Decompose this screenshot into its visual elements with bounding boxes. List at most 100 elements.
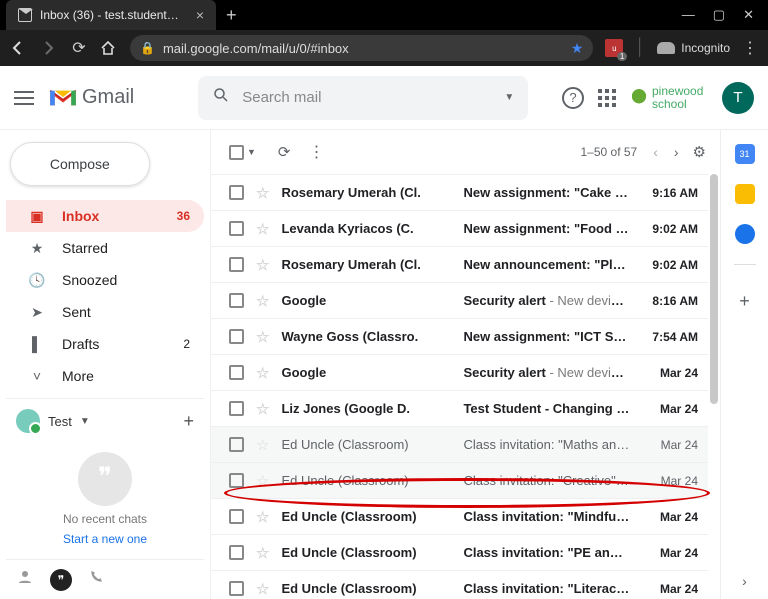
row-checkbox[interactable] [229,581,244,596]
chevron-down-icon: ▼ [80,416,90,427]
account-avatar[interactable]: T [722,82,754,114]
tasks-addon-icon[interactable] [735,224,755,244]
star-icon[interactable]: ☆ [256,472,269,490]
maximize-button[interactable]: ▢ [713,7,725,23]
side-panel: 31 + › [720,130,768,599]
sidebar-item-more[interactable]: ˅More [6,360,204,392]
hangouts-user-row[interactable]: Test ▼ + [6,398,204,439]
star-icon[interactable]: ☆ [256,328,269,346]
email-row[interactable]: ☆Ed Uncle (Classroom)Class invitation: "… [211,462,708,498]
email-row[interactable]: ☆Ed Uncle (Classroom)Class invitation: "… [211,570,708,599]
new-chat-button[interactable]: + [183,411,204,432]
row-checkbox[interactable] [229,509,244,524]
star-icon[interactable]: ☆ [256,256,269,274]
folder-label: Inbox [62,208,99,224]
back-button[interactable] [10,40,28,56]
row-checkbox[interactable] [229,545,244,560]
incognito-indicator[interactable]: Incognito [657,41,730,55]
google-apps-button[interactable] [598,89,616,107]
forward-button[interactable] [40,40,58,56]
email-sender: Google [281,293,451,308]
prev-page-button[interactable]: ‹ [653,144,658,160]
sidebar-item-inbox[interactable]: ▣Inbox36 [6,200,204,232]
start-chat-link[interactable]: Start a new one [63,532,147,546]
hangouts-tab-icon[interactable]: ❞ [50,569,72,591]
row-checkbox[interactable] [229,293,244,308]
gmail-logo-text: Gmail [82,86,134,109]
reload-button[interactable]: ⟳ [70,38,88,58]
email-subject: New assignment: "Food Te… [463,221,630,236]
phone-tab-icon[interactable] [88,569,104,590]
address-bar[interactable]: 🔒 mail.google.com/mail/u/0/#inbox ★ [130,35,593,61]
star-icon[interactable]: ☆ [256,220,269,238]
gmail-logo[interactable]: Gmail [48,86,134,109]
scrollbar[interactable] [710,174,718,404]
contacts-tab-icon[interactable] [16,568,34,591]
main-menu-button[interactable] [14,91,34,105]
row-checkbox[interactable] [229,221,244,236]
star-icon[interactable]: ☆ [256,184,269,202]
email-row[interactable]: ☆ Liz Jones (Google D. Test Student - Chan… [211,390,708,426]
email-subject: Test Student - Changing a … [463,401,630,416]
email-date: Mar 24 [642,402,698,416]
more-actions-button[interactable]: ⋮ [309,142,325,162]
browser-menu-button[interactable]: ⋮ [742,38,758,58]
browser-titlebar: Inbox (36) - test.student@pinew… × + — ▢… [0,0,768,30]
row-checkbox[interactable] [229,437,244,452]
sidebar-item-snoozed[interactable]: 🕓Snoozed [6,264,204,296]
tab-close-icon[interactable]: × [196,7,204,23]
star-icon[interactable]: ☆ [256,436,269,454]
star-icon[interactable]: ☆ [256,544,269,562]
extension-badge: 1 [617,52,627,61]
sidebar-item-drafts[interactable]: ▌Drafts2 [6,328,204,360]
row-checkbox[interactable] [229,473,244,488]
star-icon[interactable]: ☆ [256,292,269,310]
bookmark-star-icon[interactable]: ★ [571,40,584,57]
email-row[interactable]: ☆Ed Uncle (Classroom)Class invitation: "… [211,426,708,462]
home-button[interactable] [100,40,118,56]
email-sender: Ed Uncle (Classroom) [281,509,451,524]
email-row[interactable]: ☆GoogleSecurity alert - New device…Mar 2… [211,354,708,390]
row-checkbox[interactable] [229,185,244,200]
select-dropdown-icon[interactable]: ▼ [247,147,256,157]
refresh-button[interactable]: ⟳ [278,143,291,161]
search-options-icon[interactable]: ▼ [504,92,514,103]
collapse-panel-button[interactable]: › [742,573,747,589]
email-row[interactable]: ☆Levanda Kyriacos (C.New assignment: "Fo… [211,210,708,246]
select-all-checkbox[interactable] [229,145,244,160]
email-date: Mar 24 [642,546,698,560]
email-subject: Class invitation: "Creative" - I [463,473,630,488]
close-window-button[interactable]: ✕ [743,7,754,23]
sidebar-item-starred[interactable]: ★Starred [6,232,204,264]
search-bar[interactable]: Search mail ▼ [198,76,528,120]
next-page-button[interactable]: › [674,144,679,160]
email-row[interactable]: ☆Wayne Goss (Classro.New assignment: "IC… [211,318,708,354]
url-text: mail.google.com/mail/u/0/#inbox [163,41,349,56]
get-addons-button[interactable]: + [739,291,750,312]
email-row[interactable]: ☆Ed Uncle (Classroom)Class invitation: "… [211,534,708,570]
star-icon[interactable]: ☆ [256,508,269,526]
new-tab-button[interactable]: + [216,5,247,26]
row-checkbox[interactable] [229,329,244,344]
minimize-button[interactable]: — [682,7,695,23]
compose-button[interactable]: + Compose [10,142,150,186]
keep-addon-icon[interactable] [735,184,755,204]
email-row[interactable]: ☆Ed Uncle (Classroom)Class invitation: "… [211,498,708,534]
settings-button[interactable]: ⚙ [693,143,706,161]
star-icon[interactable]: ☆ [256,580,269,598]
row-checkbox[interactable] [229,257,244,272]
calendar-addon-icon[interactable]: 31 [735,144,755,164]
row-checkbox[interactable] [229,365,244,380]
email-date: 7:54 AM [642,330,698,344]
row-checkbox[interactable] [229,401,244,416]
star-icon[interactable]: ☆ [256,400,269,418]
support-button[interactable]: ? [562,87,584,109]
star-icon[interactable]: ☆ [256,364,269,382]
email-sender: Liz Jones (Google D. [281,401,451,416]
email-row[interactable]: ☆Rosemary Umerah (Cl.New announcement: "… [211,246,708,282]
sidebar-item-sent[interactable]: ➤Sent [6,296,204,328]
email-row[interactable]: ☆GoogleSecurity alert - New device…8:16 … [211,282,708,318]
extension-ublock-icon[interactable]: u1 [605,39,623,57]
browser-tab[interactable]: Inbox (36) - test.student@pinew… × [6,0,216,30]
email-row[interactable]: ☆Rosemary Umerah (Cl.New assignment: "Ca… [211,174,708,210]
